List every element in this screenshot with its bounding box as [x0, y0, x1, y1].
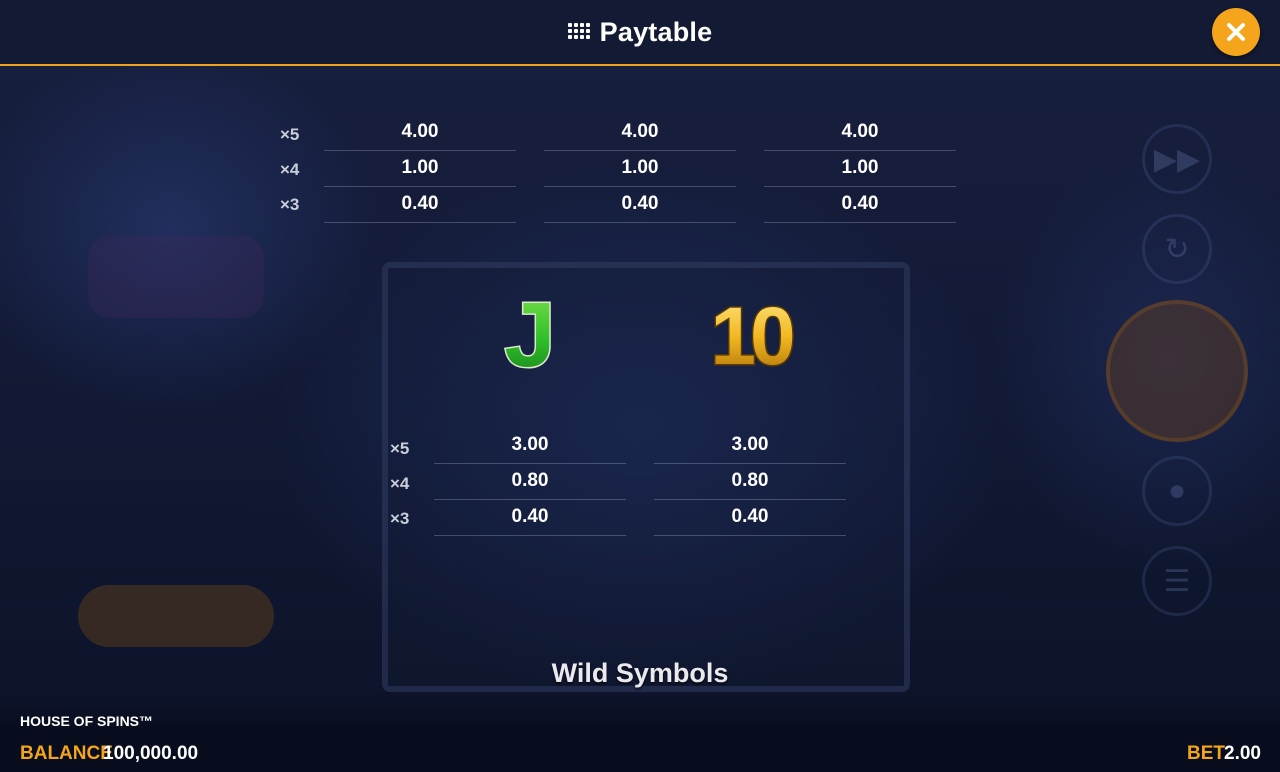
svg-text:J: J [504, 286, 555, 376]
multiplier-label: ×3 [280, 195, 300, 214]
payout-value: 0.40 [434, 499, 626, 536]
multiplier-label: ×5 [390, 439, 410, 458]
multiplier-label: ×5 [280, 125, 300, 144]
payout-value: 0.40 [654, 499, 846, 536]
payout-value: 0.80 [434, 463, 626, 500]
grid-icon [567, 23, 590, 41]
section-title: Wild Symbols [551, 658, 729, 688]
multiplier-label: ×4 [280, 160, 300, 179]
balance-value: 100,000.00 [103, 743, 199, 764]
close-button[interactable] [1212, 8, 1260, 56]
multiplier-label: ×3 [390, 509, 410, 528]
multiplier-label: ×4 [390, 474, 410, 493]
payout-value: 1.00 [764, 150, 956, 187]
payout-value: 0.40 [324, 186, 516, 223]
game-name: HOUSE OF SPINS™ [20, 713, 154, 729]
svg-text:10: 10 [710, 291, 793, 376]
symbol-j: J [486, 286, 574, 376]
payout-value: 3.00 [434, 427, 626, 464]
payout-value: 4.00 [544, 114, 736, 151]
payout-value: 0.80 [654, 463, 846, 500]
payout-value: 3.00 [654, 427, 846, 464]
symbol-10: 10 [700, 288, 800, 377]
j-symbol-icon: J [503, 286, 557, 376]
payout-value: 0.40 [544, 186, 736, 223]
payout-value: 0.40 [764, 186, 956, 223]
close-icon [1227, 23, 1245, 41]
paytable-header: Paytable [0, 0, 1280, 66]
ten-symbol-icon: 10 [709, 290, 800, 377]
payout-value: 4.00 [764, 114, 956, 151]
payout-value: 4.00 [324, 114, 516, 151]
balance-label: BALANCE [20, 743, 113, 764]
bet-label: BET [1187, 743, 1225, 764]
page-title: Paytable [599, 16, 713, 47]
payout-value: 1.00 [544, 150, 736, 187]
payout-value: 1.00 [324, 150, 516, 187]
bet-value: 2.00 [1224, 743, 1261, 764]
